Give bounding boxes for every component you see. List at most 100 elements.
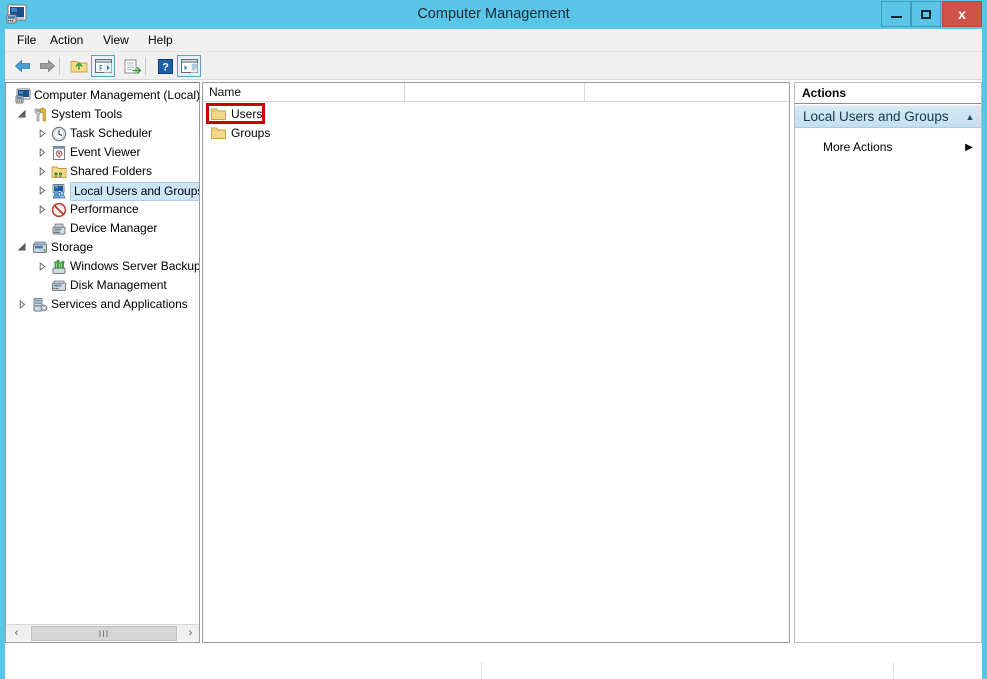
up-one-level-button[interactable] bbox=[67, 55, 91, 77]
tree-node-label: Event Viewer bbox=[70, 145, 141, 159]
tree-node-label: Device Manager bbox=[70, 221, 158, 235]
action-item-label: More Actions bbox=[823, 140, 893, 154]
show-hide-console-tree-button[interactable] bbox=[91, 55, 115, 77]
actions-pane: Actions Local Users and Groups ▲ More Ac… bbox=[794, 82, 982, 643]
tree-horizontal-scrollbar[interactable]: ‹ III › bbox=[7, 624, 199, 641]
tree-node-services-and-applications[interactable]: Services and Applications bbox=[6, 295, 199, 314]
menu-item-view[interactable]: View bbox=[96, 32, 136, 49]
tree-node-label: Shared Folders bbox=[70, 164, 153, 178]
export-list-button[interactable] bbox=[121, 55, 145, 77]
status-bar-separator bbox=[481, 662, 482, 679]
disk-management-icon bbox=[51, 278, 67, 294]
toolbar-separator bbox=[59, 57, 60, 75]
maximize-icon bbox=[921, 9, 931, 19]
scroll-left-button[interactable]: ‹ bbox=[8, 625, 25, 641]
minimize-button[interactable] bbox=[881, 1, 911, 27]
local-users-groups-icon bbox=[51, 183, 67, 199]
arrow-left-icon bbox=[14, 59, 30, 73]
list-item-users[interactable]: Users bbox=[203, 105, 789, 124]
menu-item-action[interactable]: Action bbox=[43, 32, 90, 49]
folder-icon bbox=[211, 107, 226, 121]
chevron-collapsed-icon[interactable] bbox=[36, 257, 48, 276]
back-button[interactable] bbox=[11, 55, 35, 77]
close-icon: x bbox=[958, 6, 966, 22]
maximize-button[interactable] bbox=[911, 1, 941, 27]
show-hide-action-pane-button[interactable] bbox=[177, 55, 201, 77]
menu-item-help[interactable]: Help bbox=[141, 32, 180, 49]
chevron-collapsed-icon[interactable] bbox=[36, 162, 48, 181]
help-button[interactable]: ? bbox=[153, 55, 177, 77]
tree-node-label: Services and Applications bbox=[51, 297, 188, 311]
computer-icon bbox=[15, 88, 31, 104]
chevron-collapsed-icon[interactable] bbox=[36, 143, 48, 162]
title-bar: Computer Management x bbox=[0, 0, 987, 29]
clock-icon bbox=[51, 126, 67, 142]
tree-node-label: Performance bbox=[70, 202, 139, 216]
tree-node-label: Task Scheduler bbox=[70, 126, 153, 140]
forward-button[interactable] bbox=[35, 55, 59, 77]
tree-node-label: Computer Management (Local) bbox=[34, 88, 200, 102]
actions-pane-header: Actions bbox=[795, 83, 981, 104]
tree-node-device-manager[interactable]: Device Manager bbox=[6, 219, 199, 238]
question-mark-icon: ? bbox=[157, 58, 173, 74]
tree-node-local-users-and-groups[interactable]: Local Users and Groups bbox=[6, 181, 199, 201]
chevron-collapsed-icon[interactable] bbox=[16, 295, 28, 314]
event-viewer-icon bbox=[51, 145, 67, 161]
services-applications-icon bbox=[32, 297, 48, 313]
console-tree-pane[interactable]: Computer Management (Local) System Tools bbox=[5, 82, 200, 643]
scroll-right-button[interactable]: › bbox=[182, 625, 199, 641]
content-area: Computer Management (Local) System Tools bbox=[5, 80, 982, 660]
list-item-label: Users bbox=[231, 107, 263, 121]
storage-icon bbox=[32, 240, 48, 256]
chevron-right-icon: ▶ bbox=[965, 141, 973, 153]
scrollbar-thumb[interactable]: III bbox=[31, 626, 177, 641]
status-bar-separator bbox=[893, 662, 894, 679]
chevron-collapsed-icon[interactable] bbox=[36, 124, 48, 143]
chevron-collapsed-icon[interactable] bbox=[36, 200, 48, 219]
chevron-expanded-icon[interactable] bbox=[16, 238, 28, 257]
tree-node-performance[interactable]: Performance bbox=[6, 200, 199, 219]
actions-group-title: Local Users and Groups bbox=[803, 109, 949, 124]
window-title: Computer Management bbox=[417, 6, 570, 22]
actions-group-local-users-and-groups[interactable]: Local Users and Groups ▲ bbox=[795, 105, 981, 128]
tree-node-label: Disk Management bbox=[70, 278, 167, 292]
tree-node-label: Windows Server Backup bbox=[70, 259, 200, 273]
tree-node-shared-folders[interactable]: Shared Folders bbox=[6, 162, 199, 181]
tree-node-windows-server-backup[interactable]: Windows Server Backup bbox=[6, 257, 199, 276]
folder-icon bbox=[211, 126, 226, 140]
tree-node-disk-management[interactable]: Disk Management bbox=[6, 276, 199, 295]
tree-node-label: System Tools bbox=[51, 107, 123, 121]
list-item-label: Groups bbox=[231, 126, 271, 140]
action-item-more-actions[interactable]: More Actions ▶ bbox=[795, 136, 981, 158]
tree-node-computer-management[interactable]: Computer Management (Local) bbox=[6, 86, 199, 105]
close-button[interactable]: x bbox=[942, 1, 982, 27]
computer-management-window: Computer Management x File Action View H… bbox=[0, 0, 987, 679]
list-item-groups[interactable]: Groups bbox=[203, 124, 789, 143]
performance-icon bbox=[51, 202, 67, 218]
toolbar: ? bbox=[5, 52, 982, 80]
toolbar-separator bbox=[145, 57, 146, 75]
column-header-name[interactable]: Name bbox=[203, 83, 405, 101]
list-view-pane[interactable]: Name Users Groups bbox=[202, 82, 790, 643]
tree-node-system-tools[interactable]: System Tools bbox=[6, 105, 199, 124]
tree-node-label: Local Users and Groups bbox=[70, 182, 199, 201]
chevron-collapsed-icon[interactable] bbox=[36, 181, 48, 200]
arrow-right-icon bbox=[40, 59, 56, 73]
menu-bar: File Action View Help bbox=[5, 29, 982, 52]
tree-node-label: Storage bbox=[51, 240, 94, 254]
svg-text:?: ? bbox=[162, 61, 169, 73]
column-header-blank[interactable] bbox=[405, 83, 585, 101]
tree-node-event-viewer[interactable]: Event Viewer bbox=[6, 143, 199, 162]
export-list-icon bbox=[124, 59, 142, 74]
tree-node-task-scheduler[interactable]: Task Scheduler bbox=[6, 124, 199, 143]
tree-node-storage[interactable]: Storage bbox=[6, 238, 199, 257]
system-tools-icon bbox=[32, 107, 48, 123]
backup-icon bbox=[51, 259, 67, 275]
chevron-up-icon[interactable]: ▲ bbox=[959, 112, 981, 122]
action-pane-icon bbox=[180, 59, 198, 73]
status-bar bbox=[5, 660, 982, 679]
device-manager-icon bbox=[51, 221, 67, 237]
console-tree-icon bbox=[94, 59, 112, 73]
chevron-expanded-icon[interactable] bbox=[16, 105, 28, 124]
menu-item-file[interactable]: File bbox=[10, 32, 43, 49]
